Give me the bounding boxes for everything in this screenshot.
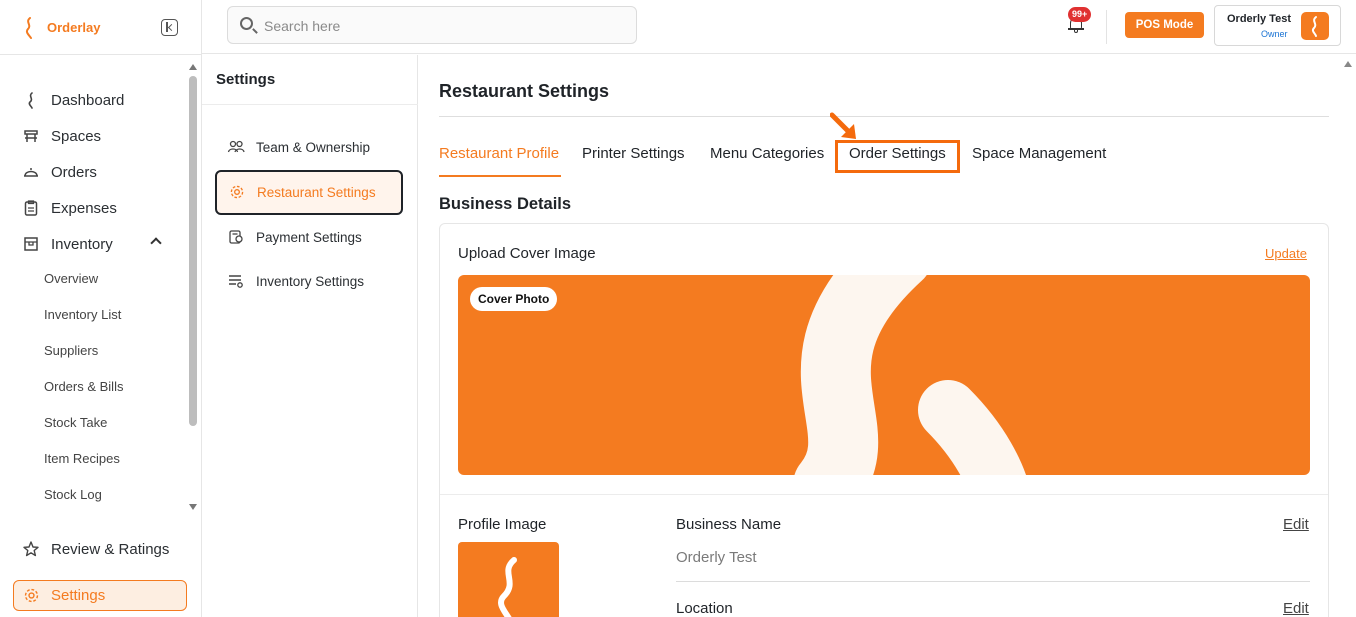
scroll-up-arrow-icon[interactable] — [189, 64, 197, 70]
box-icon — [24, 237, 38, 251]
sidebar-item-expenses[interactable]: Expenses — [22, 196, 117, 220]
update-cover-link[interactable]: Update — [1265, 246, 1307, 261]
sidebar-item-orders[interactable]: Orders — [22, 160, 97, 184]
divider — [439, 116, 1329, 117]
scroll-down-arrow-icon[interactable] — [189, 504, 197, 510]
edit-location-link[interactable]: Edit — [1283, 600, 1309, 617]
sidebar-subitem-inventory-list[interactable]: Inventory List — [44, 307, 121, 322]
scroll-thumb[interactable] — [189, 76, 197, 426]
brand-logo-icon — [25, 17, 32, 39]
collapse-sidebar-icon[interactable] — [161, 19, 178, 36]
sidebar-item-label: Settings — [51, 587, 106, 604]
upload-cover-label: Upload Cover Image — [458, 245, 596, 262]
brand-logo-icon — [1311, 16, 1317, 37]
tab-printer-settings[interactable]: Printer Settings — [582, 145, 685, 162]
gear-icon — [230, 185, 244, 199]
settings-menu: Settings Team & Ownership Restaurant Set… — [202, 55, 418, 617]
section-title: Business Details — [439, 195, 572, 213]
tab-space-management[interactable]: Space Management — [972, 145, 1106, 162]
sidebar-item-label: Review & Ratings — [51, 540, 170, 558]
sidebar-item-review-ratings[interactable]: Review & Ratings — [22, 537, 169, 561]
user-menu[interactable]: Orderly Test Owner — [1214, 5, 1341, 46]
sidebar-item-label: Dashboard — [51, 91, 125, 109]
cover-logo-graphic — [794, 275, 1026, 475]
user-name: Orderly Test — [1227, 13, 1291, 25]
sidebar-nav: Dashboard Spaces Orders Expenses Invento… — [0, 56, 202, 516]
sidebar: Orderlay Dashboard Spaces Orders Expense… — [0, 0, 202, 617]
sidebar-subitem-stock-take[interactable]: Stock Take — [44, 415, 107, 430]
chevron-up-icon[interactable] — [150, 237, 162, 249]
search-input[interactable] — [264, 16, 624, 36]
settings-item-label: Inventory Settings — [256, 273, 365, 289]
gear-icon — [24, 588, 39, 603]
logo-row: Orderlay — [0, 0, 202, 55]
sidebar-item-inventory[interactable]: Inventory — [22, 232, 113, 256]
avatar — [1301, 12, 1329, 40]
location-label: Location — [676, 600, 733, 617]
page-title: Restaurant Settings — [439, 81, 610, 101]
sidebar-item-label: Orders — [51, 163, 97, 181]
search-box[interactable] — [227, 6, 637, 44]
cloche-icon — [24, 168, 38, 177]
business-details-card: Upload Cover Image Update Cover Photo Pr… — [439, 223, 1329, 617]
business-name-value: Orderly Test — [676, 549, 757, 566]
tab-menu-categories[interactable]: Menu Categories — [710, 145, 824, 162]
brand-name: Orderlay — [47, 20, 101, 35]
sidebar-subitem-suppliers[interactable]: Suppliers — [44, 343, 98, 358]
sidebar-item-label: Spaces — [51, 127, 102, 145]
notification-badge: 99+ — [1068, 7, 1092, 22]
sidebar-item-dashboard[interactable]: Dashboard — [22, 88, 124, 112]
star-icon — [23, 541, 39, 557]
payment-icon — [229, 230, 243, 244]
profile-image[interactable] — [458, 542, 559, 617]
pos-mode-button[interactable]: POS Mode — [1125, 12, 1204, 38]
top-bar: 99+ POS Mode Orderly Test Owner — [202, 0, 1356, 54]
divider — [676, 581, 1310, 582]
profile-image-label: Profile Image — [458, 516, 547, 533]
settings-item-inventory-settings[interactable]: Inventory Settings — [227, 270, 364, 292]
clipboard-icon — [24, 200, 38, 216]
list-settings-icon — [229, 275, 243, 288]
settings-item-label: Team & Ownership — [256, 139, 371, 155]
settings-item-team-ownership[interactable]: Team & Ownership — [227, 136, 370, 158]
page-scrollbar[interactable] — [1340, 55, 1356, 617]
people-icon — [227, 140, 245, 153]
flame-icon — [28, 92, 33, 109]
settings-item-label: Restaurant Settings — [257, 185, 376, 200]
divider — [440, 494, 1328, 495]
cover-image[interactable]: Cover Photo — [458, 275, 1310, 475]
pointer-arrow-icon — [830, 112, 856, 139]
search-icon — [240, 17, 253, 30]
sidebar-subitem-orders-bills[interactable]: Orders & Bills — [44, 379, 123, 394]
active-tab-indicator — [439, 175, 561, 177]
sidebar-subitem-item-recipes[interactable]: Item Recipes — [44, 451, 120, 466]
brand-logo-icon — [498, 557, 517, 617]
settings-item-restaurant-settings[interactable]: Restaurant Settings — [215, 170, 403, 215]
tab-restaurant-profile[interactable]: Restaurant Profile — [439, 145, 559, 162]
table-icon — [24, 130, 38, 142]
scroll-up-arrow-icon[interactable] — [1344, 61, 1352, 67]
main-content: Restaurant Settings Restaurant Profile P… — [418, 55, 1356, 617]
sidebar-item-settings[interactable]: Settings — [13, 580, 187, 611]
settings-item-label: Payment Settings — [256, 229, 362, 245]
cover-photo-chip: Cover Photo — [470, 287, 558, 311]
business-name-label: Business Name — [676, 516, 782, 533]
user-role: Owner — [1261, 29, 1288, 39]
sidebar-subitem-stock-log[interactable]: Stock Log — [44, 487, 102, 502]
sidebar-item-spaces[interactable]: Spaces — [22, 124, 101, 148]
sidebar-scrollbar[interactable] — [187, 62, 199, 512]
settings-heading: Settings — [216, 71, 276, 88]
highlight-box — [835, 140, 960, 173]
divider — [202, 104, 418, 105]
sidebar-item-label: Expenses — [51, 199, 117, 217]
edit-business-name-link[interactable]: Edit — [1283, 516, 1309, 533]
sidebar-subitem-overview[interactable]: Overview — [44, 271, 98, 286]
settings-item-payment-settings[interactable]: Payment Settings — [227, 226, 362, 248]
divider — [1106, 10, 1107, 44]
sidebar-item-label: Inventory — [51, 235, 113, 253]
